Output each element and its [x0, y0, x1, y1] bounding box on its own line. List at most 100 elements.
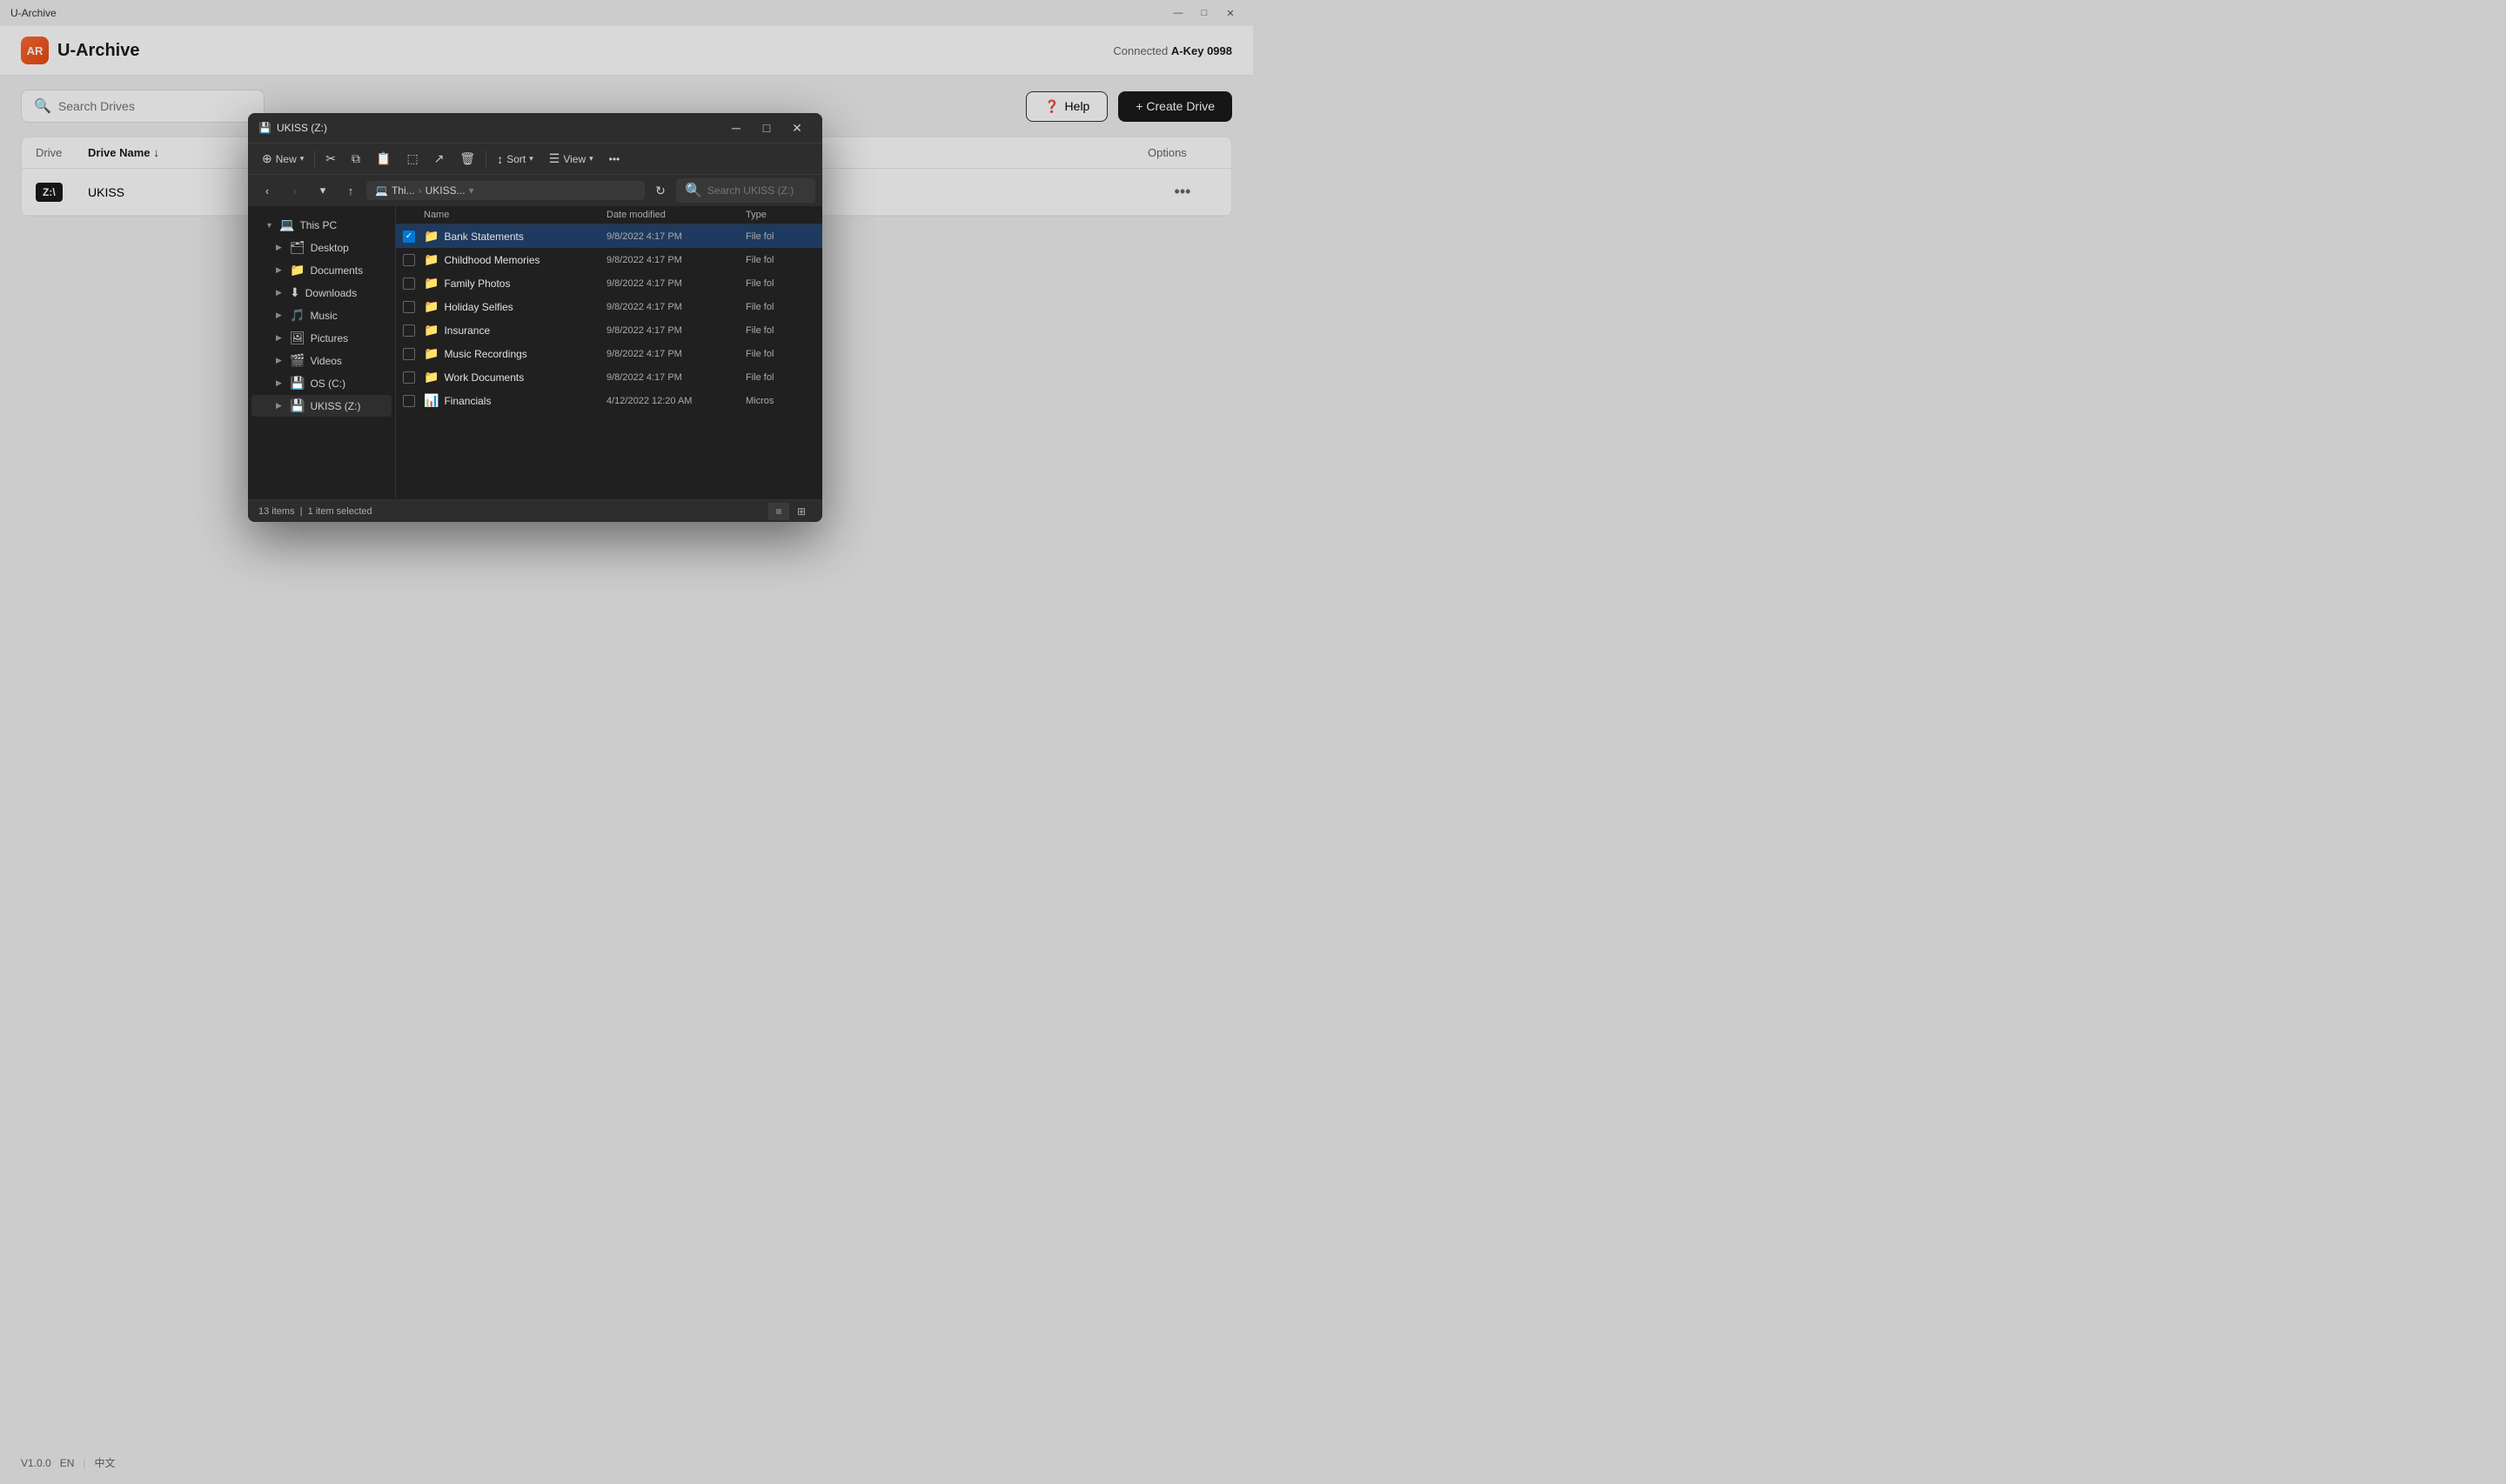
file-name-text: Childhood Memories — [444, 254, 539, 266]
view-label: View — [563, 153, 586, 165]
explorer-share-button[interactable]: ↗ — [427, 147, 452, 170]
filelist-header: Name Date modified Type — [396, 206, 822, 224]
file-row[interactable]: 📁 Insurance 9/8/2022 4:17 PM File fol — [396, 318, 822, 342]
sidebar-item-documents[interactable]: ▶ 📁 Documents — [251, 259, 392, 281]
file-checkbox[interactable] — [403, 254, 415, 266]
file-type: File fol — [746, 349, 815, 359]
explorer-filelist: Name Date modified Type 📁 Bank Statement… — [396, 206, 822, 499]
list-view-button[interactable]: ≡ — [768, 503, 789, 520]
explorer-close-button[interactable]: ✕ — [782, 116, 812, 140]
file-icon: 📁 — [424, 276, 439, 291]
explorer-main: ▼ 💻 This PC ▶ 🗂 Desktop ▶ 📁 Documents ▶ … — [248, 206, 822, 499]
explorer-new-button[interactable]: ⊕ New ▾ — [255, 147, 311, 170]
sidebar-item-this-pc[interactable]: ▼ 💻 This PC — [251, 214, 392, 236]
explorer-copy-button[interactable]: ⧉ — [345, 147, 367, 170]
documents-icon: 📁 — [290, 263, 305, 277]
sidebar-item-ukiss[interactable]: ▶ 💾 UKISS (Z:) — [251, 395, 392, 417]
sidebar-item-videos[interactable]: ▶ 🎬 Videos — [251, 350, 392, 371]
explorer-maximize-button[interactable]: □ — [752, 116, 781, 140]
explorer-search-box[interactable]: 🔍 — [676, 178, 815, 203]
explorer-search-input[interactable] — [707, 184, 807, 197]
col-type-header: Type — [746, 210, 815, 220]
file-name: 📁 Music Recordings — [424, 346, 606, 361]
ukiss-chevron: ▶ — [276, 401, 285, 411]
grid-view-button[interactable]: ⊞ — [791, 503, 812, 520]
file-row[interactable]: 📁 Work Documents 9/8/2022 4:17 PM File f… — [396, 365, 822, 389]
address-path[interactable]: 💻 Thi... › UKISS... ▾ — [366, 181, 645, 200]
file-row[interactable]: 📊 Financials 4/12/2022 12:20 AM Micros — [396, 389, 822, 412]
explorer-back-button[interactable]: ‹ — [255, 179, 279, 202]
this-pc-label: This PC — [299, 219, 337, 231]
music-icon: 🎵 — [290, 308, 305, 323]
os-c-chevron: ▶ — [276, 378, 285, 388]
explorer-sort-button[interactable]: ↕ Sort ▾ — [490, 148, 540, 170]
file-row[interactable]: 📁 Holiday Selfies 9/8/2022 4:17 PM File … — [396, 295, 822, 318]
file-checkbox[interactable] — [403, 301, 415, 313]
share-icon: ↗ — [434, 151, 445, 166]
file-checkbox[interactable] — [403, 277, 415, 290]
explorer-more-button[interactable]: ••• — [602, 149, 627, 170]
explorer-minimize-button[interactable]: ─ — [721, 116, 751, 140]
videos-label: Videos — [310, 355, 341, 367]
downloads-icon: ⬇ — [290, 285, 300, 300]
explorer-up-button[interactable]: ↑ — [338, 179, 363, 202]
file-icon: 📁 — [424, 229, 439, 244]
new-icon: ⊕ — [262, 151, 272, 166]
explorer-paste-button[interactable]: 📋 — [369, 147, 398, 170]
sidebar-item-music[interactable]: ▶ 🎵 Music — [251, 304, 392, 326]
explorer-view-button[interactable]: ☰ View ▾ — [542, 147, 600, 170]
file-row[interactable]: 📁 Childhood Memories 9/8/2022 4:17 PM Fi… — [396, 248, 822, 271]
explorer-window: 💾 UKISS (Z:) ─ □ ✕ ⊕ New ▾ ✂ ⧉ 📋 ⬚ ↗ — [248, 113, 822, 522]
explorer-cut-button[interactable]: ✂ — [318, 147, 343, 170]
file-icon: 📁 — [424, 370, 439, 384]
file-name-text: Bank Statements — [444, 231, 523, 243]
file-date: 9/8/2022 4:17 PM — [606, 278, 746, 289]
file-icon: 📁 — [424, 346, 439, 361]
col-name-header: Name — [424, 210, 606, 220]
this-pc-icon: 💻 — [279, 217, 294, 232]
view-icon: ☰ — [549, 151, 560, 166]
explorer-delete-button[interactable]: 🗑 — [452, 147, 482, 170]
file-type: File fol — [746, 278, 815, 289]
explorer-recent-button[interactable]: ▾ — [311, 179, 335, 202]
desktop-label: Desktop — [311, 242, 349, 254]
file-name-text: Work Documents — [444, 371, 524, 384]
file-checkbox[interactable] — [403, 395, 415, 407]
sort-chevron: ▾ — [529, 154, 533, 164]
file-row[interactable]: 📁 Music Recordings 9/8/2022 4:17 PM File… — [396, 342, 822, 365]
file-row[interactable]: 📁 Bank Statements 9/8/2022 4:17 PM File … — [396, 224, 822, 248]
paste-icon: 📋 — [376, 151, 391, 166]
file-icon: 📊 — [424, 393, 439, 408]
file-checkbox[interactable] — [403, 348, 415, 360]
explorer-search-icon: 🔍 — [685, 182, 702, 199]
file-checkbox[interactable] — [403, 231, 415, 243]
explorer-statusbar: 13 items | 1 item selected ≡ ⊞ — [248, 499, 822, 522]
explorer-toolbar: ⊕ New ▾ ✂ ⧉ 📋 ⬚ ↗ 🗑 ↕ Sort ▾ ☰ — [248, 143, 822, 174]
file-name: 📁 Family Photos — [424, 276, 606, 291]
file-checkbox[interactable] — [403, 371, 415, 384]
sort-label: Sort — [506, 153, 526, 165]
sidebar-item-pictures[interactable]: ▶ 🖼 Pictures — [251, 327, 392, 349]
documents-label: Documents — [310, 264, 363, 277]
explorer-title-text: UKISS (Z:) — [277, 122, 327, 134]
sidebar-item-desktop[interactable]: ▶ 🗂 Desktop — [251, 237, 392, 258]
file-checkbox[interactable] — [403, 324, 415, 337]
explorer-forward-button[interactable]: › — [283, 179, 307, 202]
view-chevron: ▾ — [589, 154, 593, 164]
copy-icon: ⧉ — [352, 151, 360, 166]
more-icon: ••• — [609, 153, 620, 165]
sidebar-item-downloads[interactable]: ▶ ⬇ Downloads — [251, 282, 392, 304]
explorer-rename-button[interactable]: ⬚ — [399, 147, 425, 170]
address-this-pc: Thi... — [392, 184, 415, 197]
file-date: 9/8/2022 4:17 PM — [606, 349, 746, 359]
file-icon: 📁 — [424, 323, 439, 338]
cut-icon: ✂ — [325, 151, 336, 166]
file-type: File fol — [746, 372, 815, 383]
file-row[interactable]: 📁 Family Photos 9/8/2022 4:17 PM File fo… — [396, 271, 822, 295]
file-date: 9/8/2022 4:17 PM — [606, 302, 746, 312]
sidebar-item-os-c[interactable]: ▶ 💾 OS (C:) — [251, 372, 392, 394]
file-name-text: Holiday Selfies — [444, 301, 513, 313]
file-name: 📁 Childhood Memories — [424, 252, 606, 267]
downloads-chevron: ▶ — [276, 288, 285, 297]
explorer-refresh-button[interactable]: ↻ — [648, 179, 673, 202]
